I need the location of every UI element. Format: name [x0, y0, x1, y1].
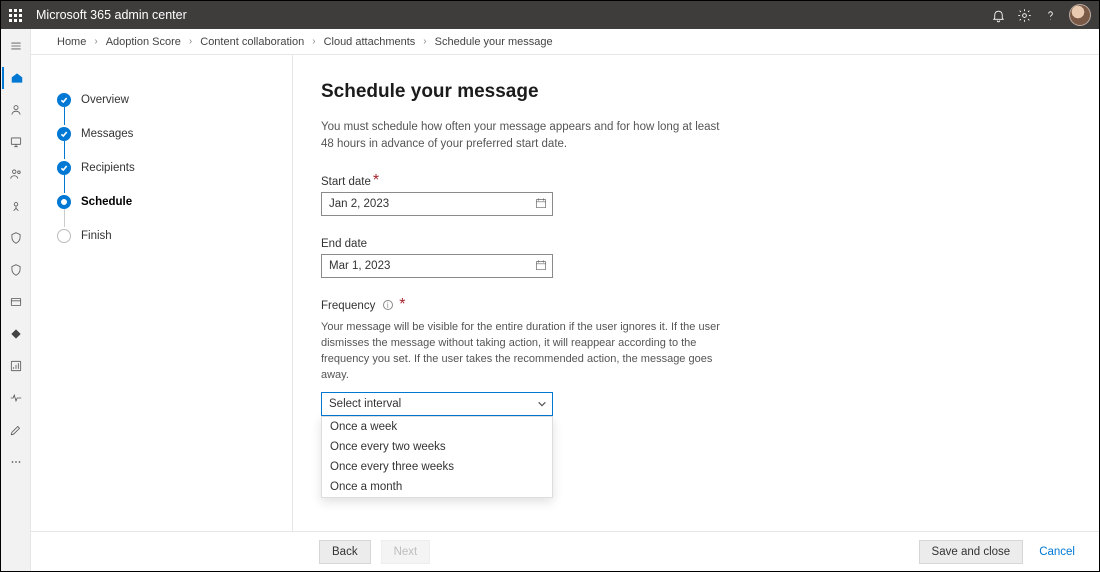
step-schedule[interactable]: Schedule	[57, 185, 274, 219]
rail-roles-icon[interactable]	[2, 195, 30, 217]
crumb-adoption[interactable]: Adoption Score	[106, 36, 181, 48]
next-button[interactable]: Next	[381, 540, 431, 564]
rail-home-icon[interactable]	[2, 67, 30, 89]
frequency-dropdown: Once a week Once every two weeks Once ev…	[321, 416, 553, 498]
rail-devices-icon[interactable]	[2, 131, 30, 153]
rail-teams-icon[interactable]	[2, 163, 30, 185]
app-launcher-icon[interactable]	[9, 9, 22, 22]
settings-icon[interactable]	[1011, 2, 1037, 28]
frequency-field: Frequency i * Your message will be visib…	[321, 296, 1071, 416]
step-label: Overview	[81, 94, 129, 106]
frequency-option[interactable]: Once every three weeks	[322, 457, 552, 477]
end-date-field: End date	[321, 234, 1071, 278]
step-label: Recipients	[81, 162, 135, 174]
rail-menu-icon[interactable]	[2, 35, 30, 57]
pending-step-icon	[57, 229, 71, 243]
step-overview[interactable]: Overview	[57, 83, 274, 117]
info-icon[interactable]: i	[383, 300, 393, 310]
rail-billing-icon[interactable]	[2, 291, 30, 313]
rail-health-icon[interactable]	[2, 387, 30, 409]
frequency-option[interactable]: Once a week	[322, 417, 552, 437]
chevron-right-icon: ›	[312, 36, 315, 47]
frequency-option[interactable]: Once every two weeks	[322, 437, 552, 457]
check-icon	[57, 127, 71, 141]
page-description: You must schedule how often your message…	[321, 119, 721, 152]
cancel-link[interactable]: Cancel	[1039, 546, 1075, 558]
start-date-input[interactable]	[321, 192, 553, 216]
breadcrumb: Home › Adoption Score › Content collabor…	[31, 29, 1099, 55]
step-messages[interactable]: Messages	[57, 117, 274, 151]
wizard-footer: Back Next Save and close Cancel	[31, 531, 1099, 571]
crumb-home[interactable]: Home	[57, 36, 86, 48]
rail-users-icon[interactable]	[2, 99, 30, 121]
rail-diamond-icon[interactable]	[2, 323, 30, 345]
nav-rail	[1, 29, 31, 571]
page-title: Schedule your message	[321, 81, 1071, 103]
step-recipients[interactable]: Recipients	[57, 151, 274, 185]
current-step-icon	[57, 195, 71, 209]
crumb-cloud[interactable]: Cloud attachments	[324, 36, 416, 48]
end-date-label: End date	[321, 238, 367, 250]
chevron-right-icon: ›	[189, 36, 192, 47]
step-label: Finish	[81, 230, 112, 242]
global-header: Microsoft 365 admin center	[1, 1, 1099, 29]
frequency-label: Frequency	[321, 300, 375, 312]
step-label: Messages	[81, 128, 133, 140]
check-icon	[57, 161, 71, 175]
rail-customize-icon[interactable]	[2, 419, 30, 441]
app-title: Microsoft 365 admin center	[36, 8, 187, 22]
required-asterisk: *	[399, 296, 405, 313]
rail-shield2-icon[interactable]	[2, 259, 30, 281]
main-panel: Schedule your message You must schedule …	[293, 55, 1099, 571]
rail-reports-icon[interactable]	[2, 355, 30, 377]
frequency-help-text: Your message will be visible for the ent…	[321, 320, 731, 384]
chevron-right-icon: ›	[94, 36, 97, 47]
frequency-placeholder: Select interval	[329, 398, 401, 410]
chevron-right-icon: ›	[423, 36, 426, 47]
account-avatar[interactable]	[1069, 4, 1091, 26]
rail-shield1-icon[interactable]	[2, 227, 30, 249]
frequency-select[interactable]: Select interval	[321, 392, 553, 416]
wizard-steps: Overview Messages Recipients	[31, 55, 293, 571]
end-date-input[interactable]	[321, 254, 553, 278]
chevron-down-icon	[537, 399, 547, 412]
help-icon[interactable]	[1037, 2, 1063, 28]
start-date-field: Start date*	[321, 172, 1071, 216]
frequency-option[interactable]: Once a month	[322, 477, 552, 497]
start-date-label: Start date	[321, 176, 371, 188]
save-and-close-button[interactable]: Save and close	[919, 540, 1024, 564]
crumb-content[interactable]: Content collaboration	[200, 36, 304, 48]
check-icon	[57, 93, 71, 107]
step-finish[interactable]: Finish	[57, 219, 274, 253]
required-asterisk: *	[373, 172, 379, 189]
rail-more-icon[interactable]	[2, 451, 30, 473]
step-label: Schedule	[81, 196, 132, 208]
notifications-icon[interactable]	[985, 2, 1011, 28]
back-button[interactable]: Back	[319, 540, 371, 564]
crumb-schedule[interactable]: Schedule your message	[435, 36, 553, 48]
